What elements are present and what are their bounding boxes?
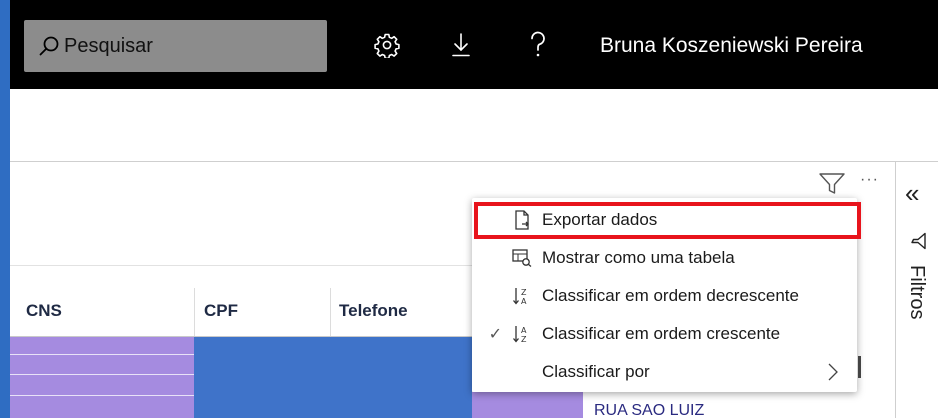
download-icon (452, 32, 470, 56)
menu-item-sort-by[interactable]: Classificar por (472, 354, 857, 390)
left-edge-bar (0, 0, 10, 418)
svg-text:A: A (521, 297, 527, 306)
table-cell (472, 392, 582, 418)
table-view-icon (502, 249, 542, 267)
column-separator (330, 288, 331, 336)
cns-cells (10, 337, 194, 418)
top-bar: Bruna Koszeniewski Pereira (10, 0, 938, 89)
svg-text:Z: Z (521, 335, 527, 344)
sort-ascending-icon: A Z (502, 324, 542, 344)
table-top-border (10, 265, 472, 266)
address-cell-text: RUA SAO LUIZ (594, 402, 705, 419)
filters-pane-icon (909, 232, 927, 255)
cpf-telefone-cells (194, 337, 472, 418)
menu-item-label: Mostrar como uma tabela (542, 248, 735, 267)
settings-button[interactable] (367, 0, 407, 89)
help-button[interactable] (523, 0, 553, 89)
search-icon (38, 35, 60, 57)
chevron-right-icon (827, 362, 839, 387)
checkmark-icon: ✓ (488, 326, 502, 343)
svg-text:A: A (521, 326, 527, 335)
report-header-band (10, 89, 938, 162)
menu-item-sort-descending[interactable]: Z A Classificar em ordem decrescente (472, 278, 857, 314)
scrollbar-thumb[interactable] (858, 356, 861, 378)
menu-item-show-as-table[interactable]: Mostrar como uma tabela (472, 240, 857, 276)
menu-item-label: Classificar em ordem decrescente (542, 286, 799, 305)
column-header-telefone[interactable]: Telefone (339, 285, 408, 337)
filters-pane-title[interactable]: Filtros (905, 265, 928, 319)
filter-icon (819, 173, 845, 194)
user-name[interactable]: Bruna Koszeniewski Pereira (600, 0, 863, 89)
collapse-pane-icon[interactable]: « (905, 180, 919, 206)
visual-filter-button[interactable] (818, 172, 846, 201)
menu-item-label: Classificar por (542, 362, 650, 381)
sort-descending-icon: Z A (502, 286, 542, 306)
download-button[interactable] (446, 0, 476, 89)
column-separator (194, 288, 195, 336)
help-icon (531, 31, 545, 56)
search-input[interactable] (64, 34, 304, 58)
export-highlight-box (474, 202, 861, 239)
svg-text:Z: Z (521, 288, 527, 297)
menu-item-sort-ascending[interactable]: ✓ A Z Classificar em ordem crescente (472, 316, 857, 352)
column-header-cpf[interactable]: CPF (204, 285, 238, 337)
gear-icon (374, 33, 400, 58)
search-box[interactable] (24, 20, 327, 72)
more-options-icon[interactable]: ··· (860, 171, 879, 189)
column-header-cns[interactable]: CNS (26, 285, 62, 337)
menu-item-label: Classificar em ordem crescente (542, 324, 781, 343)
